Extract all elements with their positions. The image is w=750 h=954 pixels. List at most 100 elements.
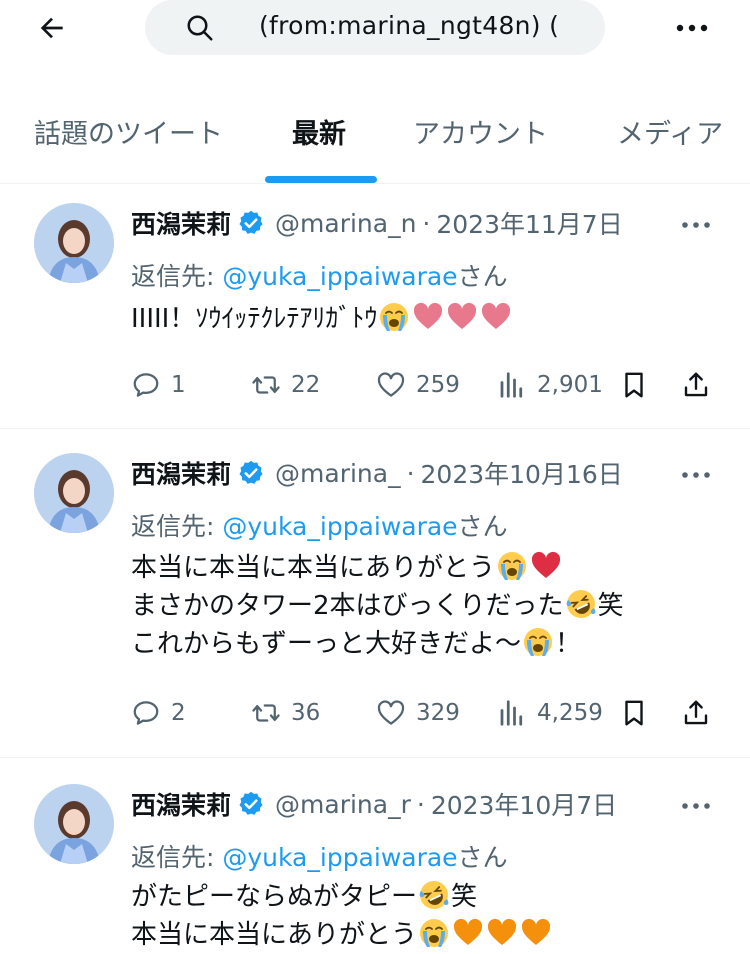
more-icon	[682, 472, 710, 478]
search-tabs: 話題のツイート 最新 アカウント メディア	[0, 88, 750, 184]
back-arrow-icon	[40, 17, 63, 39]
more-options-button[interactable]	[670, 10, 714, 46]
views-count: 2,901	[537, 372, 603, 398]
tab-accounts[interactable]: アカウント	[413, 112, 548, 151]
tweet-line-text: IIIII！ｿｳｲｯﾃｸﾚﾃｱﾘｶﾞﾄｳ	[131, 304, 378, 334]
user-handle[interactable]: @marina_	[275, 459, 401, 488]
pink-heart-emoji-icon	[480, 301, 512, 333]
tweet-line-text: これからもずーっと大好きだよ〜	[131, 629, 522, 659]
user-handle[interactable]: @marina_r	[275, 790, 411, 819]
tab-media[interactable]: メディア	[617, 112, 723, 151]
tweet[interactable]: 西潟茉莉 @marina_r · 2023年10月7日 返信先: @yuka_i…	[0, 758, 750, 954]
tweet[interactable]: 西潟茉莉 @marina_n · 2023年11月7日 返信先: @yuka_i…	[0, 185, 750, 429]
top-bar: (from:marina_ngt48n) (	[0, 0, 750, 56]
tweet-more-button[interactable]	[676, 460, 716, 490]
reply-to-line: 返信先: @yuka_ippaiwaraeさん	[131, 507, 508, 543]
tweet-actions: 2 36 329 4,259	[131, 693, 721, 733]
reply-to-line: 返信先: @yuka_ippaiwaraeさん	[131, 257, 508, 293]
like-button[interactable]: 259	[376, 365, 460, 405]
retweet-button[interactable]: 22	[251, 365, 320, 405]
reply-count: 1	[171, 372, 186, 398]
views-button[interactable]: 2,901	[497, 365, 603, 405]
separator-dot: ·	[406, 458, 415, 488]
share-icon	[684, 372, 708, 397]
back-button[interactable]	[32, 8, 72, 48]
reply-prefix: 返信先:	[131, 262, 223, 291]
reply-mention-link[interactable]: @yuka_ippaiwarae	[222, 843, 457, 872]
verified-badge-icon	[237, 459, 265, 487]
heart-icon	[377, 700, 405, 725]
user-handle[interactable]: @marina_n	[275, 209, 416, 238]
reply-mention-link[interactable]: @yuka_ippaiwarae	[222, 262, 457, 291]
more-icon	[682, 222, 710, 228]
reply-button[interactable]: 1	[131, 365, 186, 405]
share-button[interactable]	[681, 693, 721, 733]
reply-count: 2	[171, 700, 186, 726]
tweet-line-tail: 笑	[451, 882, 478, 912]
views-chart-icon	[500, 700, 523, 726]
profile-photo	[34, 453, 114, 533]
like-button[interactable]: 329	[376, 693, 460, 733]
tweet-date[interactable]: 2023年11月7日	[436, 205, 622, 241]
display-name[interactable]: 西潟茉莉	[131, 455, 231, 491]
pink-heart-emoji-icon	[412, 301, 444, 333]
red-heart-emoji-icon	[530, 550, 562, 582]
orange-heart-emoji-icon	[486, 917, 518, 949]
avatar[interactable]	[34, 453, 114, 533]
reply-to-line: 返信先: @yuka_ippaiwaraeさん	[131, 838, 508, 874]
display-name[interactable]: 西潟茉莉	[131, 205, 231, 241]
bookmark-button[interactable]	[619, 693, 659, 733]
reply-icon	[133, 701, 159, 725]
retweet-icon	[252, 704, 280, 722]
tab-top[interactable]: 話題のツイート	[34, 112, 223, 151]
retweet-count: 36	[291, 700, 321, 726]
crying-face-emoji-icon	[378, 301, 410, 333]
views-count: 4,259	[537, 700, 603, 726]
tab-latest[interactable]: 最新	[292, 112, 346, 151]
reply-suffix: さん	[457, 512, 508, 541]
crying-face-emoji-icon	[496, 550, 528, 582]
profile-photo	[34, 784, 114, 864]
views-button[interactable]: 4,259	[497, 693, 603, 733]
share-button[interactable]	[681, 365, 721, 405]
retweet-button[interactable]: 36	[251, 693, 320, 733]
search-bar[interactable]: (from:marina_ngt48n) (	[145, 0, 605, 55]
tweet-more-button[interactable]	[676, 791, 716, 821]
rolling-laughing-face-emoji-icon	[565, 588, 597, 620]
tweet-line: IIIII！ｿｳｲｯﾃｸﾚﾃｱﾘｶﾞﾄｳ	[131, 300, 513, 338]
bookmark-icon	[625, 700, 643, 726]
reply-prefix: 返信先:	[131, 512, 223, 541]
crying-face-emoji-icon	[522, 626, 554, 658]
bookmark-button[interactable]	[619, 365, 659, 405]
reply-mention-link[interactable]: @yuka_ippaiwarae	[222, 512, 457, 541]
tweet-line-text: がたピーならぬがタピー	[131, 882, 418, 912]
tweet-line-tail: ！	[555, 629, 582, 659]
profile-photo	[34, 203, 114, 283]
tweet-header: 西潟茉莉 @marina_ · 2023年10月16日	[131, 455, 623, 491]
like-count: 329	[416, 700, 460, 726]
avatar[interactable]	[34, 784, 114, 864]
tweet-line-text: 本当に本当に本当にありがとう	[131, 553, 496, 583]
tweet-date[interactable]: 2023年10月16日	[421, 455, 623, 491]
tweet-text: IIIII！ｿｳｲｯﾃｸﾚﾃｱﾘｶﾞﾄｳ	[131, 300, 513, 338]
more-icon	[682, 803, 710, 809]
tweet-line: 本当に本当にありがとう	[131, 916, 553, 954]
tweet[interactable]: 西潟茉莉 @marina_ · 2023年10月16日 返信先: @yuka_i…	[0, 429, 750, 758]
reply-button[interactable]: 2	[131, 693, 186, 733]
rolling-laughing-face-emoji-icon	[418, 879, 450, 911]
tweet-line: 本当に本当に本当にありがとう	[131, 549, 624, 587]
crying-face-emoji-icon	[418, 917, 450, 949]
tweet-date[interactable]: 2023年10月7日	[431, 786, 617, 822]
verified-badge-icon	[237, 209, 265, 237]
tweet-line-text: まさかのタワー2本はびっくりだった	[131, 591, 564, 621]
display-name[interactable]: 西潟茉莉	[131, 786, 231, 822]
orange-heart-emoji-icon	[520, 917, 552, 949]
avatar[interactable]	[34, 203, 114, 283]
views-chart-icon	[500, 372, 523, 398]
active-tab-indicator	[265, 176, 377, 183]
tweet-line: まさかのタワー2本はびっくりだった 笑	[131, 587, 624, 625]
tweet-more-button[interactable]	[676, 210, 716, 240]
tweet-text: がたピーならぬがタピー 笑 本当に本当にありがとう	[131, 878, 553, 954]
search-query[interactable]: (from:marina_ngt48n) (	[259, 11, 559, 40]
tweet-header: 西潟茉莉 @marina_n · 2023年11月7日	[131, 205, 623, 241]
